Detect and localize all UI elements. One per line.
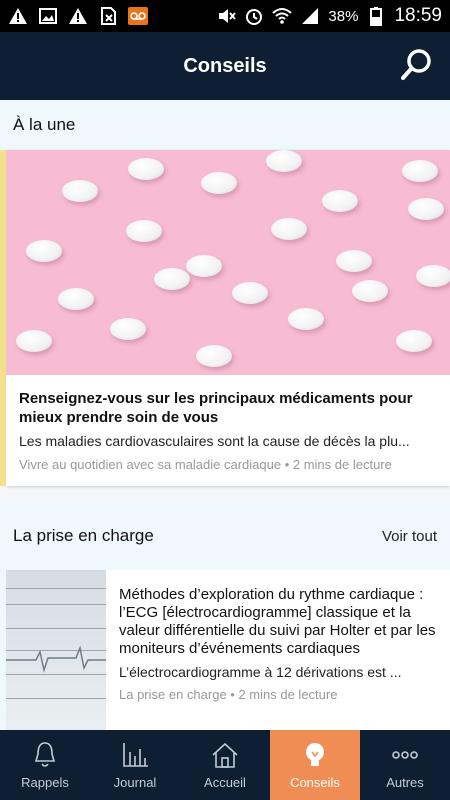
page-title: Conseils — [183, 54, 267, 77]
featured-meta: Vivre au quotidien avec sa maladie cardi… — [19, 457, 392, 472]
featured-section-title: À la une — [13, 115, 76, 134]
category-section-header: La prise en charge Voir tout — [0, 502, 450, 570]
see-all-link[interactable]: Voir tout — [382, 528, 437, 545]
status-bar: 38% 18:59 — [0, 0, 450, 32]
chart-icon — [123, 743, 148, 767]
nav-label: Autres — [386, 775, 424, 790]
image-icon — [39, 8, 57, 24]
battery-icon — [370, 7, 383, 26]
search-icon[interactable] — [398, 46, 436, 84]
featured-text: Renseignez-vous sur les principaux médic… — [6, 375, 450, 486]
nav-label: Rappels — [21, 775, 69, 790]
nav-rappels[interactable]: Rappels — [0, 730, 90, 800]
voicemail-icon — [128, 7, 148, 25]
article-description: L’électrocardiogramme à 12 dérivations e… — [119, 664, 402, 680]
nav-accueil[interactable]: Accueil — [180, 730, 270, 800]
nav-conseils[interactable]: Conseils — [270, 730, 360, 800]
more-icon — [392, 751, 418, 759]
nav-journal[interactable]: Journal — [90, 730, 180, 800]
signal-icon — [302, 8, 319, 24]
article-card[interactable]: Méthodes d’exploration du rythme cardiaq… — [0, 570, 450, 730]
ecg-trace-icon — [6, 645, 106, 673]
article-meta: La prise en charge • 2 mins de lecture — [119, 687, 338, 702]
featured-description: Les maladies cardiovasculaires sont la c… — [19, 433, 410, 449]
article-title: Méthodes d’exploration du rythme cardiaq… — [119, 586, 436, 657]
featured-image — [6, 150, 450, 375]
nav-label: Journal — [113, 775, 157, 790]
status-system: 38% 18:59 — [216, 5, 442, 27]
warning-icon — [9, 8, 27, 24]
featured-title: Renseignez-vous sur les principaux médic… — [19, 390, 413, 426]
nav-label: Conseils — [290, 775, 340, 790]
category-section-title: La prise en charge — [13, 526, 154, 545]
article-thumbnail — [6, 570, 106, 730]
bell-icon — [34, 742, 56, 767]
featured-article-card[interactable]: Renseignez-vous sur les principaux médic… — [0, 150, 450, 486]
article-text: Méthodes d’exploration du rythme cardiaq… — [106, 570, 450, 730]
battery-percent: 38% — [328, 7, 359, 25]
warning-icon — [69, 8, 87, 24]
wifi-icon — [272, 8, 293, 24]
home-icon — [212, 742, 238, 768]
bottom-navigation: Rappels Journal Accueil Conseils Autres — [0, 730, 450, 800]
clock: 18:59 — [394, 5, 442, 26]
nav-autres[interactable]: Autres — [360, 730, 450, 800]
status-notifications — [8, 6, 148, 26]
nav-label: Accueil — [204, 775, 246, 790]
main-content[interactable]: À la une Renseignez-vous sur les princip… — [0, 100, 450, 730]
featured-section-header: À la une — [0, 100, 450, 150]
app-header: Conseils — [0, 32, 450, 100]
section-divider — [0, 486, 450, 502]
mute-icon — [219, 9, 237, 23]
sim-off-icon — [101, 7, 116, 25]
alarm-icon — [246, 9, 263, 25]
lightbulb-icon — [306, 743, 324, 766]
